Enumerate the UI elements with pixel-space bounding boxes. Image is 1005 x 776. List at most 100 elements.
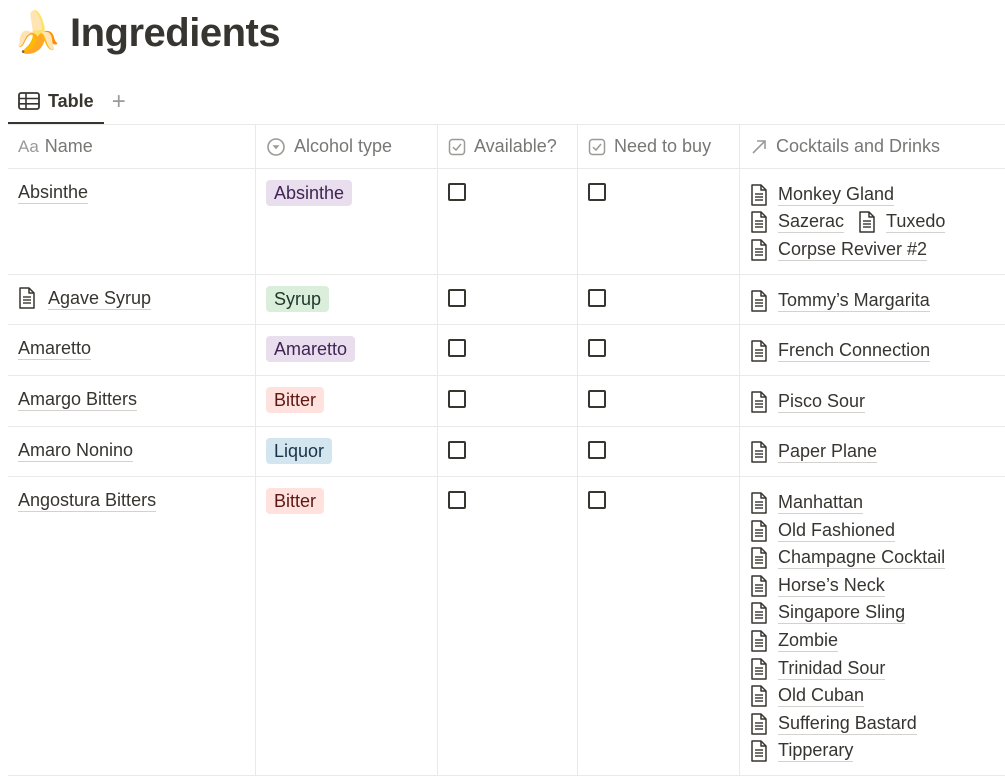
- checkbox-property-icon: [588, 138, 606, 155]
- page: 🍌 Ingredients Table + Aa Name Alcohol ty…: [0, 0, 1005, 776]
- cocktail-link[interactable]: Zombie: [750, 627, 981, 655]
- need-to-buy-checkbox[interactable]: [588, 339, 606, 358]
- column-header-alcohol-type[interactable]: Alcohol type: [256, 125, 438, 168]
- alcohol-type-cell[interactable]: Amaretto: [256, 325, 438, 375]
- cocktail-name: Horse’s Neck: [778, 574, 885, 597]
- table-row[interactable]: Amargo Bitters Bitter Pisco Sour: [8, 375, 1005, 427]
- column-header-cocktails-label: Cocktails and Drinks: [776, 136, 941, 156]
- alcohol-type-cell[interactable]: Syrup: [256, 274, 438, 325]
- available-checkbox[interactable]: [448, 288, 466, 307]
- need-to-buy-cell: [578, 477, 740, 776]
- available-cell: [438, 375, 578, 426]
- cocktail-link[interactable]: Manhattan: [750, 489, 981, 517]
- name-cell[interactable]: Absinthe: [8, 169, 256, 274]
- add-view-button[interactable]: +: [112, 90, 126, 114]
- name-cell[interactable]: Amargo Bitters: [8, 375, 256, 426]
- cocktail-link[interactable]: Tipperary: [750, 738, 981, 766]
- need-to-buy-checkbox[interactable]: [588, 288, 606, 307]
- checkbox-property-icon: [448, 138, 466, 155]
- ingredient-name[interactable]: Amaro Nonino: [18, 439, 134, 462]
- page-header: 🍌 Ingredients: [12, 4, 281, 62]
- table-row[interactable]: Agave Syrup Syrup Tommy’s Margarita: [8, 274, 1005, 326]
- cocktails-cell[interactable]: Pisco Sour: [740, 376, 1005, 426]
- need-to-buy-cell: [578, 169, 740, 274]
- column-header-need-to-buy-label: Need to buy: [614, 136, 712, 156]
- alcohol-type-cell[interactable]: Bitter: [256, 477, 438, 776]
- available-checkbox[interactable]: [448, 339, 466, 358]
- cocktails-cell[interactable]: Paper Plane: [740, 427, 1005, 477]
- page-icon: [750, 602, 768, 625]
- need-to-buy-checkbox[interactable]: [588, 440, 606, 459]
- cocktail-link[interactable]: Sazerac: [750, 209, 845, 237]
- name-cell-content: Amaretto: [18, 337, 245, 361]
- cocktail-link[interactable]: Pisco Sour: [750, 388, 981, 416]
- cocktail-name: Suffering Bastard: [778, 712, 917, 735]
- available-checkbox[interactable]: [448, 389, 466, 408]
- banana-emoji-icon[interactable]: 🍌: [12, 13, 62, 53]
- cocktail-link[interactable]: Tuxedo: [858, 209, 946, 237]
- cocktail-link[interactable]: Old Cuban: [750, 682, 981, 710]
- cocktail-link[interactable]: Horse’s Neck: [750, 572, 981, 600]
- ingredient-name[interactable]: Amargo Bitters: [18, 388, 138, 411]
- name-cell[interactable]: Angostura Bitters: [8, 477, 256, 776]
- name-cell[interactable]: Amaretto: [8, 325, 256, 375]
- cocktails-list: French Connection: [750, 337, 995, 365]
- need-to-buy-checkbox[interactable]: [588, 389, 606, 408]
- cocktails-cell[interactable]: French Connection: [740, 325, 1005, 375]
- alcohol-type-tag: Syrup: [266, 285, 330, 312]
- need-to-buy-checkbox[interactable]: [588, 183, 606, 201]
- cocktail-link[interactable]: Old Fashioned: [750, 517, 981, 545]
- page-icon: [750, 211, 768, 234]
- need-to-buy-checkbox[interactable]: [588, 491, 606, 510]
- cocktail-link[interactable]: Singapore Sling: [750, 600, 981, 628]
- cocktail-name: Manhattan: [778, 491, 864, 514]
- cocktail-link[interactable]: Champagne Cocktail: [750, 544, 981, 572]
- table-row[interactable]: Amaro Nonino Liquor Paper Plane: [8, 426, 1005, 478]
- available-checkbox[interactable]: [448, 491, 466, 510]
- column-header-name-label: Name: [44, 136, 93, 156]
- name-cell[interactable]: Amaro Nonino: [8, 426, 256, 477]
- cocktail-link[interactable]: Paper Plane: [750, 439, 981, 467]
- name-cell[interactable]: Agave Syrup: [8, 274, 256, 325]
- page-title[interactable]: Ingredients: [70, 11, 281, 56]
- cocktail-link[interactable]: Tommy’s Margarita: [750, 287, 981, 315]
- alcohol-type-cell[interactable]: Liquor: [256, 426, 438, 477]
- available-checkbox[interactable]: [448, 440, 466, 459]
- cocktails-cell[interactable]: Manhattan Old Fashioned Champagne Cocktail…: [740, 477, 1005, 775]
- column-header-cocktails[interactable]: Cocktails and Drinks: [740, 125, 1005, 168]
- page-icon: [750, 289, 768, 312]
- page-icon: [750, 740, 768, 763]
- cocktails-cell[interactable]: Monkey Gland Sazerac Tuxedo Corpse Reviver …: [740, 169, 1005, 274]
- column-header-need-to-buy[interactable]: Need to buy: [578, 125, 740, 168]
- cocktails-list: Tommy’s Margarita: [750, 287, 995, 315]
- cocktail-name: French Connection: [778, 340, 931, 363]
- name-cell-content: Absinthe: [18, 181, 245, 204]
- cocktail-link[interactable]: Monkey Gland: [750, 181, 981, 209]
- alcohol-type-cell[interactable]: Bitter: [256, 375, 438, 426]
- ingredient-name[interactable]: Absinthe: [18, 181, 89, 204]
- alcohol-type-tag: Liquor: [266, 437, 333, 464]
- table-row[interactable]: Absinthe Absinthe Monkey Gland Sazerac Tuxed…: [8, 169, 1005, 275]
- cocktail-link[interactable]: Corpse Reviver #2: [750, 236, 981, 264]
- cocktail-name: Trinidad Sour: [778, 657, 886, 680]
- cocktail-link[interactable]: Trinidad Sour: [750, 655, 981, 683]
- cocktails-cell[interactable]: Tommy’s Margarita: [740, 275, 1005, 325]
- page-icon: [750, 391, 768, 413]
- table-row[interactable]: Angostura Bitters Bitter Manhattan Old Fash…: [8, 477, 1005, 776]
- view-tabs: Table +: [8, 80, 126, 124]
- ingredient-name[interactable]: Angostura Bitters: [18, 489, 157, 513]
- column-header-available[interactable]: Available?: [438, 125, 578, 168]
- column-header-name[interactable]: Aa Name: [8, 125, 256, 168]
- cocktail-link[interactable]: Suffering Bastard: [750, 710, 981, 738]
- available-checkbox[interactable]: [448, 183, 466, 201]
- column-header-available-label: Available?: [474, 136, 557, 156]
- ingredient-name[interactable]: Amaretto: [18, 337, 92, 361]
- tab-table[interactable]: Table: [8, 80, 104, 124]
- cocktail-link[interactable]: French Connection: [750, 337, 981, 365]
- page-icon: [858, 211, 876, 234]
- table-row[interactable]: Amaretto Amaretto French Connection: [8, 325, 1005, 376]
- need-to-buy-cell: [578, 426, 740, 477]
- ingredient-name[interactable]: Agave Syrup: [48, 287, 152, 310]
- alcohol-type-cell[interactable]: Absinthe: [256, 169, 438, 274]
- alcohol-type-tag: Bitter: [266, 386, 325, 413]
